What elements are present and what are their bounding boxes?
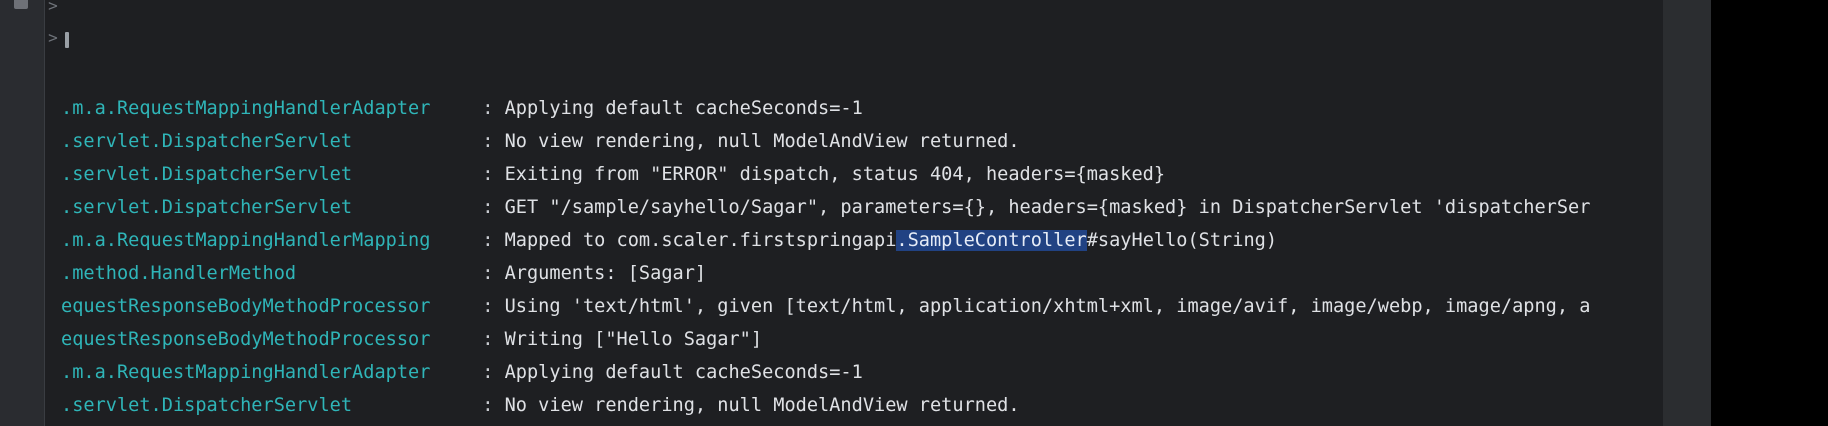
trash-icon[interactable]: [14, 0, 28, 9]
log-line: .servlet.DispatcherServlet : Exiting fro…: [61, 158, 1590, 191]
logger-name: .m.a.RequestMappingHandlerMapping: [61, 230, 431, 251]
logger-name: .servlet.DispatcherServlet: [61, 197, 353, 218]
logger-name: .servlet.DispatcherServlet: [61, 131, 353, 152]
log-message-prefix: Mapped to com.scaler.firstspringapi: [504, 230, 897, 251]
input-cursor: [65, 32, 69, 48]
logger-name: .m.a.RequestMappingHandlerAdapter: [61, 362, 431, 383]
log-line: .servlet.DispatcherServlet : GET "/sampl…: [61, 191, 1590, 224]
log-line: .m.a.RequestMappingHandlerMapping : Mapp…: [61, 224, 1590, 257]
prompt-arrow: >: [48, 28, 58, 47]
log-message: Applying default cacheSeconds=-1: [504, 362, 863, 383]
log-message: Exiting from "ERROR" dispatch, status 40…: [504, 164, 1166, 185]
logger-name: equestResponseBodyMethodProcessor: [61, 329, 431, 350]
log-line: equestResponseBodyMethodProcessor : Usin…: [61, 290, 1590, 323]
logger-name: .servlet.DispatcherServlet: [61, 164, 353, 185]
log-message: Using 'text/html', given [text/html, app…: [504, 296, 1591, 317]
run-console[interactable]: > > .m.a.RequestMappingHandlerAdapter : …: [45, 0, 1663, 426]
log-line: .servlet.DispatcherServlet : No view ren…: [61, 125, 1590, 158]
screen-edge: [1711, 0, 1828, 426]
logger-name: .method.HandlerMethod: [61, 263, 297, 284]
log-message: Applying default cacheSeconds=-1: [504, 98, 863, 119]
logger-name: .servlet.DispatcherServlet: [61, 395, 353, 416]
log-line: equestResponseBodyMethodProcessor : Writ…: [61, 323, 1590, 356]
log-output: .m.a.RequestMappingHandlerAdapter : Appl…: [61, 92, 1590, 422]
log-message: GET "/sample/sayhello/Sagar", parameters…: [504, 197, 1591, 218]
prompt-arrow: >: [48, 0, 58, 15]
log-message: No view rendering, null ModelAndView ret…: [504, 395, 1020, 416]
log-line: .method.HandlerMethod : Arguments: [Saga…: [61, 257, 1590, 290]
right-tool-strip: [1663, 0, 1711, 426]
selected-text[interactable]: .SampleController: [896, 230, 1087, 251]
log-line: .m.a.RequestMappingHandlerAdapter : Appl…: [61, 92, 1590, 125]
log-message: Writing ["Hello Sagar"]: [504, 329, 763, 350]
log-message: Mapped to com.scaler.firstspringapi.Samp…: [505, 230, 1277, 251]
tool-window-gutter: [0, 0, 45, 426]
logger-name: .m.a.RequestMappingHandlerAdapter: [61, 98, 431, 119]
log-message: Arguments: [Sagar]: [504, 263, 707, 284]
log-line: .m.a.RequestMappingHandlerAdapter : Appl…: [61, 356, 1590, 389]
log-message: No view rendering, null ModelAndView ret…: [504, 131, 1020, 152]
log-line: .servlet.DispatcherServlet : No view ren…: [61, 389, 1590, 422]
logger-name: equestResponseBodyMethodProcessor: [61, 296, 431, 317]
log-message-suffix: #sayHello(String): [1086, 230, 1278, 251]
